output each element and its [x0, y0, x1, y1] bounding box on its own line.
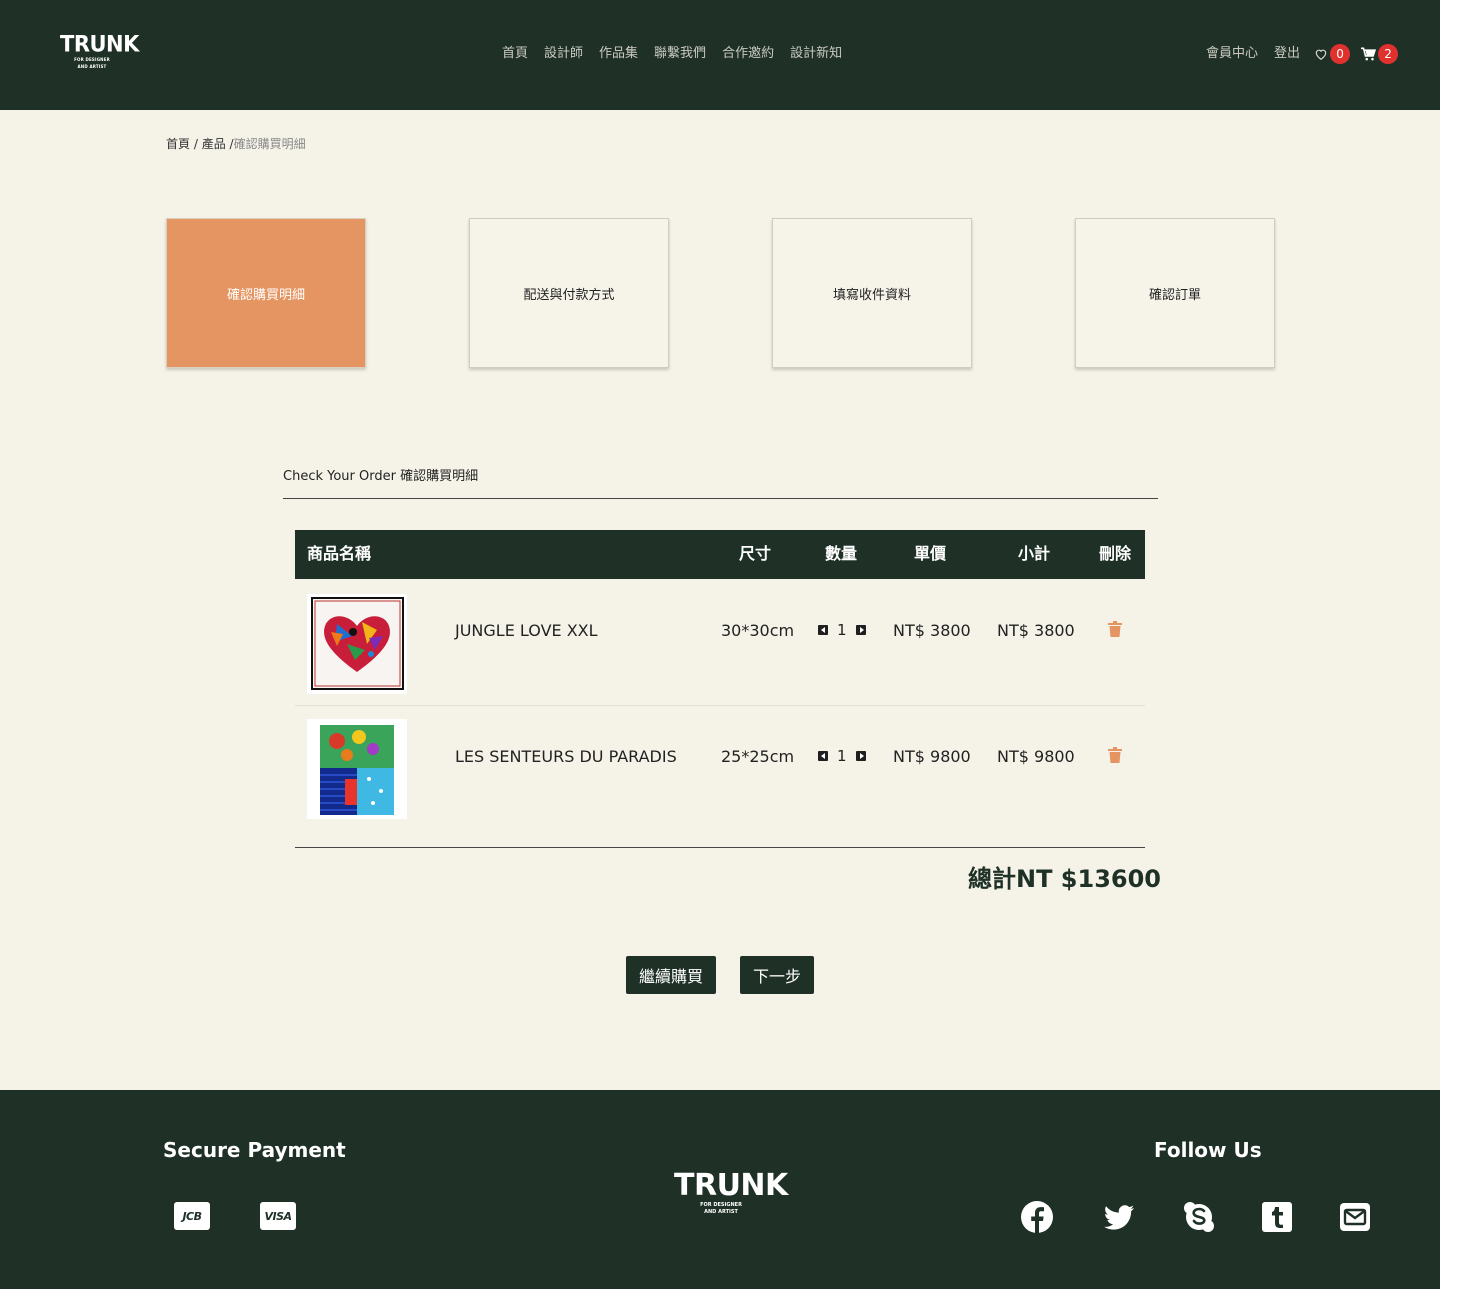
page: TRUNK FOR DESIGNER AND ARTIST 首頁 設計師 作品集…	[0, 0, 1440, 1289]
continue-shopping-button[interactable]: 繼續購買	[626, 956, 716, 994]
nav-designers[interactable]: 設計師	[544, 45, 583, 63]
product-name[interactable]: JUNGLE LOVE XXL	[455, 621, 598, 640]
step-shipping-payment: 配送與付款方式	[469, 218, 669, 368]
cart-icon	[1361, 47, 1377, 61]
twitter-icon[interactable]	[1102, 1200, 1136, 1234]
quantity-stepper: 1	[818, 621, 866, 639]
header-product-name: 商品名稱	[307, 544, 372, 563]
trash-icon[interactable]	[1108, 621, 1122, 637]
header-delete: 刪除	[1099, 544, 1132, 563]
trash-icon[interactable]	[1108, 747, 1122, 763]
heart-icon	[1315, 49, 1327, 60]
order-total: 總計NT $13600	[968, 865, 1162, 893]
logout-link[interactable]: 登出	[1274, 44, 1300, 64]
row-divider	[295, 705, 1145, 706]
footer-logo-word: TRUNK	[674, 1168, 788, 1203]
logo[interactable]: TRUNK FOR DESIGNER AND ARTIST	[60, 31, 139, 69]
site-header: TRUNK FOR DESIGNER AND ARTIST 首頁 設計師 作品集…	[0, 0, 1440, 110]
order-table-header: 商品名稱 尺寸 數量 單價 小計 刪除	[295, 530, 1145, 579]
increase-quantity-button[interactable]	[855, 625, 866, 635]
product-name[interactable]: LES SENTEURS DU PARADIS	[455, 747, 677, 766]
nav-contact[interactable]: 聯繫我們	[654, 45, 706, 63]
main-nav: 首頁 設計師 作品集 聯繫我們 合作邀約 設計新知	[502, 45, 842, 63]
header-size: 尺寸	[739, 544, 772, 563]
skype-icon[interactable]	[1182, 1200, 1216, 1234]
table-bottom-divider	[295, 847, 1145, 848]
site-footer: Secure Payment JCB VISA TRUNK FOR DESIGN…	[0, 1090, 1440, 1289]
email-icon[interactable]	[1338, 1200, 1372, 1234]
header-actions: 會員中心 登出 0 2	[1206, 44, 1399, 64]
product-size: 30*30cm	[721, 621, 795, 640]
member-center-link[interactable]: 會員中心	[1206, 44, 1258, 64]
footer-logo[interactable]: TRUNK FOR DESIGNER AND ARTIST	[674, 1168, 788, 1216]
next-step-button[interactable]: 下一步	[740, 956, 814, 994]
footer-logo-tagline-1: FOR DESIGNER	[700, 1202, 742, 1208]
product-thumbnail-jungle-love[interactable]	[307, 594, 407, 694]
logo-word: TRUNK	[60, 31, 139, 57]
tumblr-icon[interactable]	[1260, 1200, 1294, 1234]
visa-card-icon: VISA	[260, 1202, 296, 1230]
nav-design-news[interactable]: 設計新知	[790, 45, 842, 63]
breadcrumb-home[interactable]: 首頁	[166, 137, 190, 151]
increase-quantity-button[interactable]	[855, 751, 866, 761]
cart-button[interactable]: 2	[1350, 44, 1399, 64]
section-title: Check Your Order 確認購買明細	[283, 469, 479, 484]
nav-portfolio[interactable]: 作品集	[599, 45, 638, 63]
product-thumbnail-les-senteurs[interactable]	[307, 719, 407, 819]
quantity-value: 1	[837, 747, 847, 765]
table-row: LES SENTEURS DU PARADIS 25*25cm 1 NT$ 98…	[295, 707, 1145, 832]
jcb-card-icon: JCB	[174, 1202, 210, 1230]
table-row: JUNGLE LOVE XXL 30*30cm 1 NT$ 3800 NT$ 3…	[295, 581, 1145, 706]
decrease-quantity-button[interactable]	[818, 751, 828, 761]
footer-logo-tagline-2: AND ARTIST	[704, 1209, 738, 1215]
secure-payment-title: Secure Payment	[163, 1138, 346, 1162]
breadcrumb-separator: /	[190, 137, 202, 151]
nav-home[interactable]: 首頁	[502, 45, 528, 63]
wishlist-count-badge: 0	[1330, 44, 1351, 64]
wishlist-button[interactable]: 0	[1314, 44, 1351, 64]
breadcrumb-current: 確認購買明細	[233, 137, 306, 151]
facebook-icon[interactable]	[1020, 1200, 1054, 1234]
decrease-quantity-button[interactable]	[818, 625, 828, 635]
quantity-value: 1	[837, 621, 847, 639]
unit-price: NT$ 3800	[893, 621, 971, 640]
product-size: 25*25cm	[721, 747, 795, 766]
logo-tagline-1: FOR DESIGNER	[74, 57, 110, 62]
step-confirm-order: 確認訂單	[1075, 218, 1275, 368]
follow-us-title: Follow Us	[1154, 1138, 1262, 1162]
breadcrumb: 首頁 / 產品 /確認購買明細	[166, 135, 306, 152]
breadcrumb-product[interactable]: 產品	[202, 137, 226, 151]
quantity-stepper: 1	[818, 747, 866, 765]
section-divider	[283, 498, 1158, 499]
step-confirm-items: 確認購買明細	[166, 218, 366, 368]
logo-tagline-2: AND ARTIST	[77, 64, 107, 69]
header-quantity: 數量	[825, 544, 858, 563]
header-subtotal: 小計	[1018, 544, 1051, 563]
step-recipient-info: 填寫收件資料	[772, 218, 972, 368]
nav-collaboration[interactable]: 合作邀約	[722, 45, 774, 63]
header-unit-price: 單價	[914, 544, 947, 563]
row-subtotal: NT$ 3800	[997, 621, 1075, 640]
unit-price: NT$ 9800	[893, 747, 971, 766]
cart-count-badge: 2	[1378, 44, 1399, 64]
row-subtotal: NT$ 9800	[997, 747, 1075, 766]
breadcrumb-separator: /	[225, 137, 234, 151]
